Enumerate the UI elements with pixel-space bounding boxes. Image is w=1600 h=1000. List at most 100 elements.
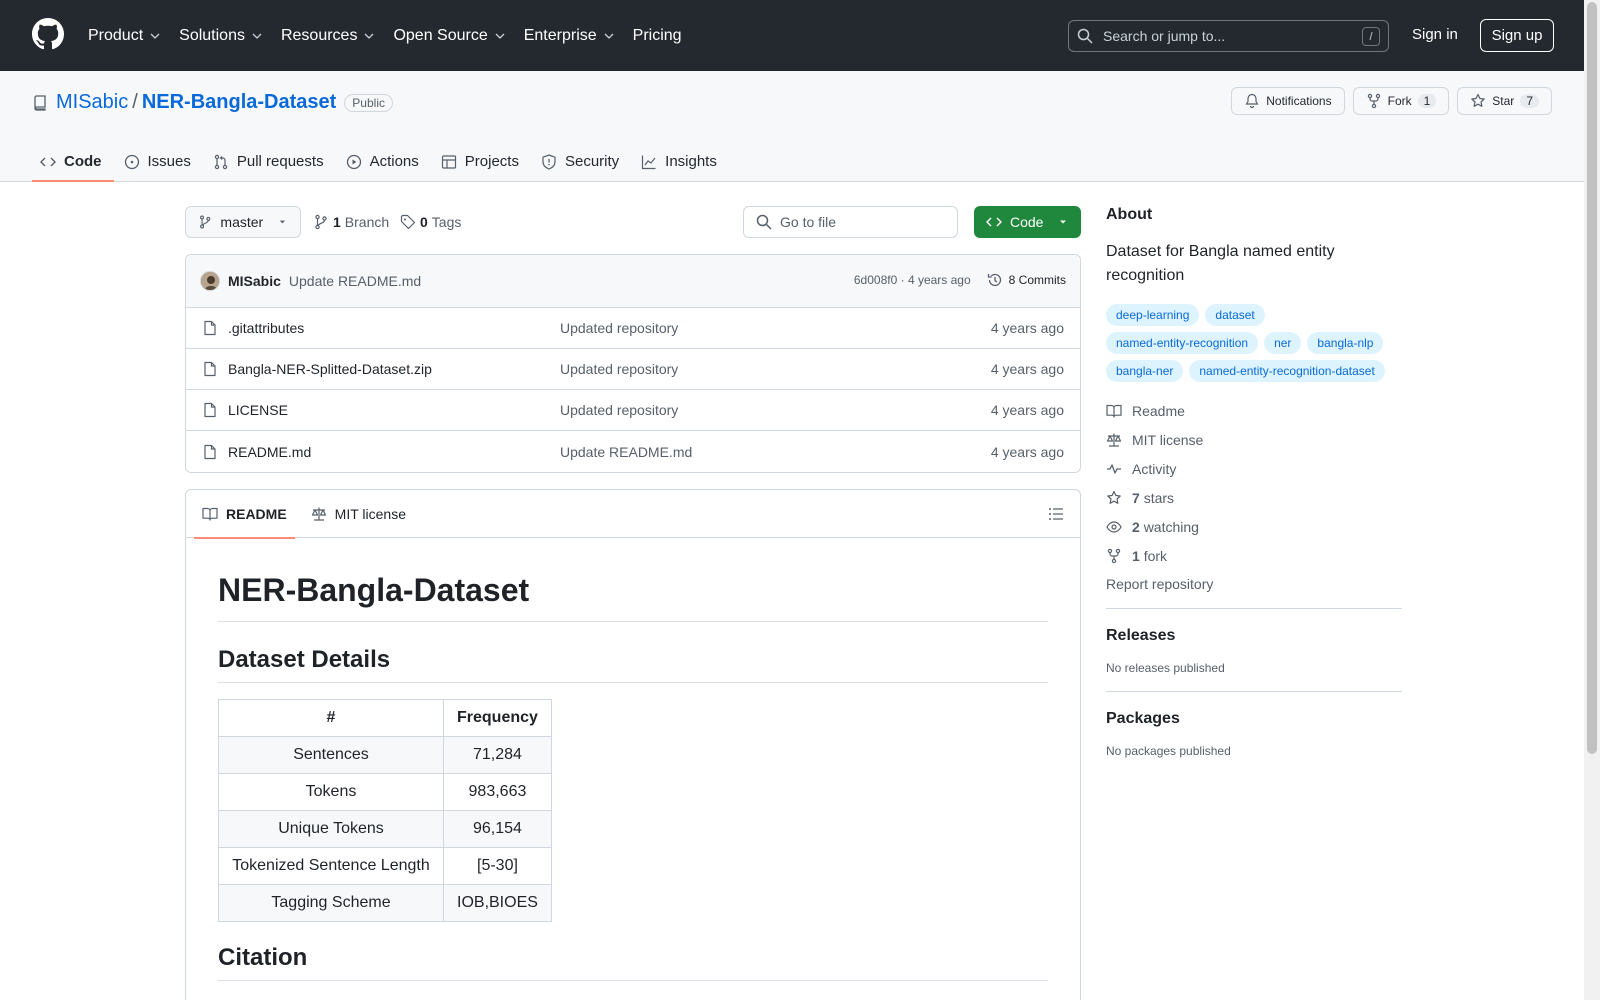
file-icon — [204, 444, 216, 459]
repo-forked-icon — [1367, 93, 1380, 109]
file-commit-message[interactable]: Updated repository — [560, 320, 678, 336]
about-links: Readme MIT license Activity 7 stars 2 wa… — [1106, 396, 1402, 570]
topic-list: deep-learning dataset named-entity-recog… — [1106, 304, 1402, 382]
table-header-row: # Frequency — [218, 699, 552, 737]
topic-tag[interactable]: dataset — [1205, 304, 1265, 326]
about-description: Dataset for Bangla named entity recognit… — [1106, 243, 1335, 284]
go-to-file-input[interactable]: Go to file — [743, 206, 958, 238]
tab-projects[interactable]: Projects — [433, 141, 531, 182]
branch-select-button[interactable]: master — [185, 206, 301, 238]
stars-link[interactable]: 7 stars — [1106, 483, 1402, 512]
topic-tag[interactable]: deep-learning — [1106, 304, 1200, 326]
nav-solutions[interactable]: Solutions — [179, 27, 263, 45]
list-unordered-icon[interactable] — [1048, 506, 1064, 522]
repo-name-link[interactable]: NER-Bangla-Dataset — [142, 91, 336, 114]
file-commit-message[interactable]: Updated repository — [560, 402, 678, 418]
releases-heading[interactable]: Releases — [1106, 627, 1402, 645]
topic-tag[interactable]: named-entity-recognition-dataset — [1189, 360, 1385, 382]
tab-insights[interactable]: Insights — [633, 141, 729, 182]
topic-tag[interactable]: bangla-nlp — [1307, 332, 1384, 354]
star-label: Star — [1492, 94, 1515, 108]
notifications-button[interactable]: Notifications — [1231, 87, 1345, 115]
watching-count: 2 — [1132, 518, 1140, 535]
tab-code[interactable]: Code — [32, 141, 114, 182]
tag-label: Tags — [431, 214, 462, 230]
file-name[interactable]: LICENSE — [228, 402, 288, 418]
nav-product[interactable]: Product — [88, 27, 161, 45]
nav-pricing[interactable]: Pricing — [633, 27, 682, 45]
repo-owner-link[interactable]: MISabic — [56, 91, 128, 114]
star-button[interactable]: Star 7 — [1457, 87, 1552, 115]
main-column: master 1 Branch 0 Tags Go to file Code M… — [185, 206, 1081, 1000]
commit-hash[interactable]: 6d008f0 — [854, 273, 897, 287]
commit-age: · 4 years ago — [900, 273, 971, 287]
book-icon — [202, 507, 218, 521]
repo-icon — [34, 94, 46, 111]
graph-icon — [642, 155, 656, 169]
report-repository-link[interactable]: Report repository — [1106, 576, 1402, 592]
watching-link[interactable]: 2 watching — [1106, 512, 1402, 541]
fork-button[interactable]: Fork 1 — [1352, 87, 1450, 115]
tab-security[interactable]: Security — [533, 141, 631, 182]
git-branch-icon — [315, 214, 327, 230]
file-row[interactable]: .gitattributes Updated repository 4 year… — [186, 308, 1080, 349]
commit-message[interactable]: Update README.md — [289, 273, 421, 289]
file-name[interactable]: .gitattributes — [228, 320, 304, 336]
stars-link-text: 7 stars — [1132, 490, 1174, 506]
topic-tag[interactable]: named-entity-recognition — [1106, 332, 1259, 354]
vertical-scrollbar[interactable] — [1584, 0, 1600, 1000]
readme-link[interactable]: Readme — [1106, 396, 1402, 425]
github-logo-icon[interactable] — [32, 18, 64, 50]
topic-tag[interactable]: bangla-ner — [1106, 360, 1184, 382]
topic-tag[interactable]: ner — [1264, 332, 1302, 354]
tab-insights-label: Insights — [665, 153, 717, 170]
search-placeholder: Search or jump to... — [1103, 28, 1226, 44]
avatar[interactable] — [200, 271, 220, 291]
file-name[interactable]: README.md — [228, 444, 311, 460]
dataset-details-table: # Frequency Sentences 71,284 Tokens 983,… — [218, 699, 552, 922]
commits-link[interactable]: 8 Commits — [987, 272, 1066, 288]
global-search-input[interactable]: Search or jump to... / — [1068, 20, 1389, 52]
scrollbar-thumb[interactable] — [1587, 2, 1597, 754]
fork-label: Fork — [1387, 94, 1412, 108]
file-row[interactable]: Bangla-NER-Splitted-Dataset.zip Updated … — [186, 349, 1080, 390]
tab-pull-requests[interactable]: Pull requests — [205, 141, 336, 182]
repo-forked-icon — [1107, 548, 1121, 563]
commits-label: 8 Commits — [1008, 273, 1066, 287]
visibility-badge: Public — [344, 93, 393, 112]
nav-open-source[interactable]: Open Source — [393, 27, 505, 45]
file-row[interactable]: README.md Update README.md 4 years ago — [186, 431, 1080, 472]
code-download-button[interactable]: Code — [974, 206, 1081, 238]
tab-license[interactable]: MIT license — [303, 490, 414, 538]
file-browser: MISabic Update README.md 6d008f0 · 4 yea… — [185, 254, 1081, 473]
tab-actions[interactable]: Actions — [338, 141, 431, 182]
license-link-label: MIT license — [1132, 431, 1204, 448]
commit-author[interactable]: MISabic — [228, 273, 281, 289]
license-link[interactable]: MIT license — [1106, 425, 1402, 454]
table-cell: 96,154 — [443, 810, 552, 848]
table-header-cell: # — [218, 699, 444, 737]
bell-icon — [1245, 93, 1259, 109]
tab-issues[interactable]: Issues — [116, 141, 203, 182]
file-commit-message[interactable]: Updated repository — [560, 361, 678, 377]
forks-link[interactable]: 1 fork — [1106, 541, 1402, 570]
nav-resources[interactable]: Resources — [281, 27, 375, 45]
tab-readme[interactable]: README — [194, 490, 295, 539]
packages-heading[interactable]: Packages — [1106, 710, 1402, 728]
tags-link[interactable]: 0 Tags — [400, 214, 461, 230]
file-row[interactable]: LICENSE Updated repository 4 years ago — [186, 390, 1080, 431]
chevron-down-icon — [495, 33, 505, 39]
star-icon — [1471, 93, 1486, 107]
branches-link[interactable]: 1 Branch — [313, 214, 389, 230]
file-name[interactable]: Bangla-NER-Splitted-Dataset.zip — [228, 361, 432, 377]
activity-link[interactable]: Activity — [1106, 454, 1402, 483]
sign-up-button[interactable]: Sign up — [1480, 19, 1554, 52]
activity-link-label: Activity — [1132, 460, 1177, 477]
file-commit-message[interactable]: Update README.md — [560, 444, 692, 460]
search-icon — [1077, 28, 1093, 44]
nav-enterprise[interactable]: Enterprise — [524, 27, 615, 45]
triangle-down-icon — [1060, 220, 1066, 224]
book-icon — [1106, 404, 1122, 418]
sign-in-link[interactable]: Sign in — [1412, 26, 1458, 43]
repo-tabs: Code Issues Pull requests Actions Projec… — [32, 141, 731, 182]
